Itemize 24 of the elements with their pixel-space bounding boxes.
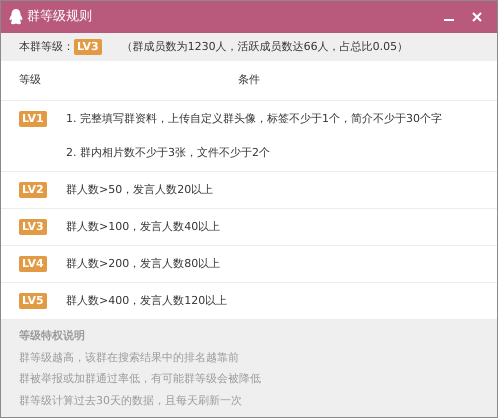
level-badge: LV2: [19, 182, 47, 198]
level-badge: LV4: [19, 256, 47, 272]
condition-text: 2. 群内相片数不少于3张，文件不少于2个: [66, 144, 271, 160]
close-icon: [472, 12, 482, 22]
condition-text: 群人数>200，发言人数80以上: [66, 256, 220, 272]
penguin-icon: [9, 9, 23, 25]
note-text: 群等级越高，该群在搜索结果中的排名越靠前: [19, 350, 240, 366]
level-badge: LV3: [19, 218, 47, 235]
minimize-icon: [444, 19, 454, 21]
level-badge: LV3: [74, 39, 102, 55]
condition-text: 1. 完整填写群资料，上传自定义群头像，标签不少于1个，简介不少于30个字: [66, 111, 442, 127]
column-header: 等级: [18, 72, 42, 88]
level-badge: LV5: [19, 292, 47, 309]
level-badge: LV1: [19, 111, 47, 127]
column-header: 条件: [237, 72, 261, 88]
notes-title: 等级特权说明: [19, 328, 86, 344]
note-text: 群等级计算过去30天的数据，且每天刷新一次: [19, 392, 243, 408]
note-text: 群被举报或加群通过率低，有可能群等级会被降低: [19, 371, 262, 387]
summary-label: 本群等级：: [19, 38, 74, 55]
window-title: 群等级规则: [27, 8, 92, 26]
condition-text: 群人数>400，发言人数120以上: [66, 292, 228, 309]
condition-text: 群人数>100，发言人数40以上: [66, 218, 220, 235]
summary-detail: （群成员数为1230人，活跃成员数达66人，占总比0.05）: [122, 38, 408, 55]
condition-text: 群人数>50，发言人数20以上: [66, 182, 214, 198]
